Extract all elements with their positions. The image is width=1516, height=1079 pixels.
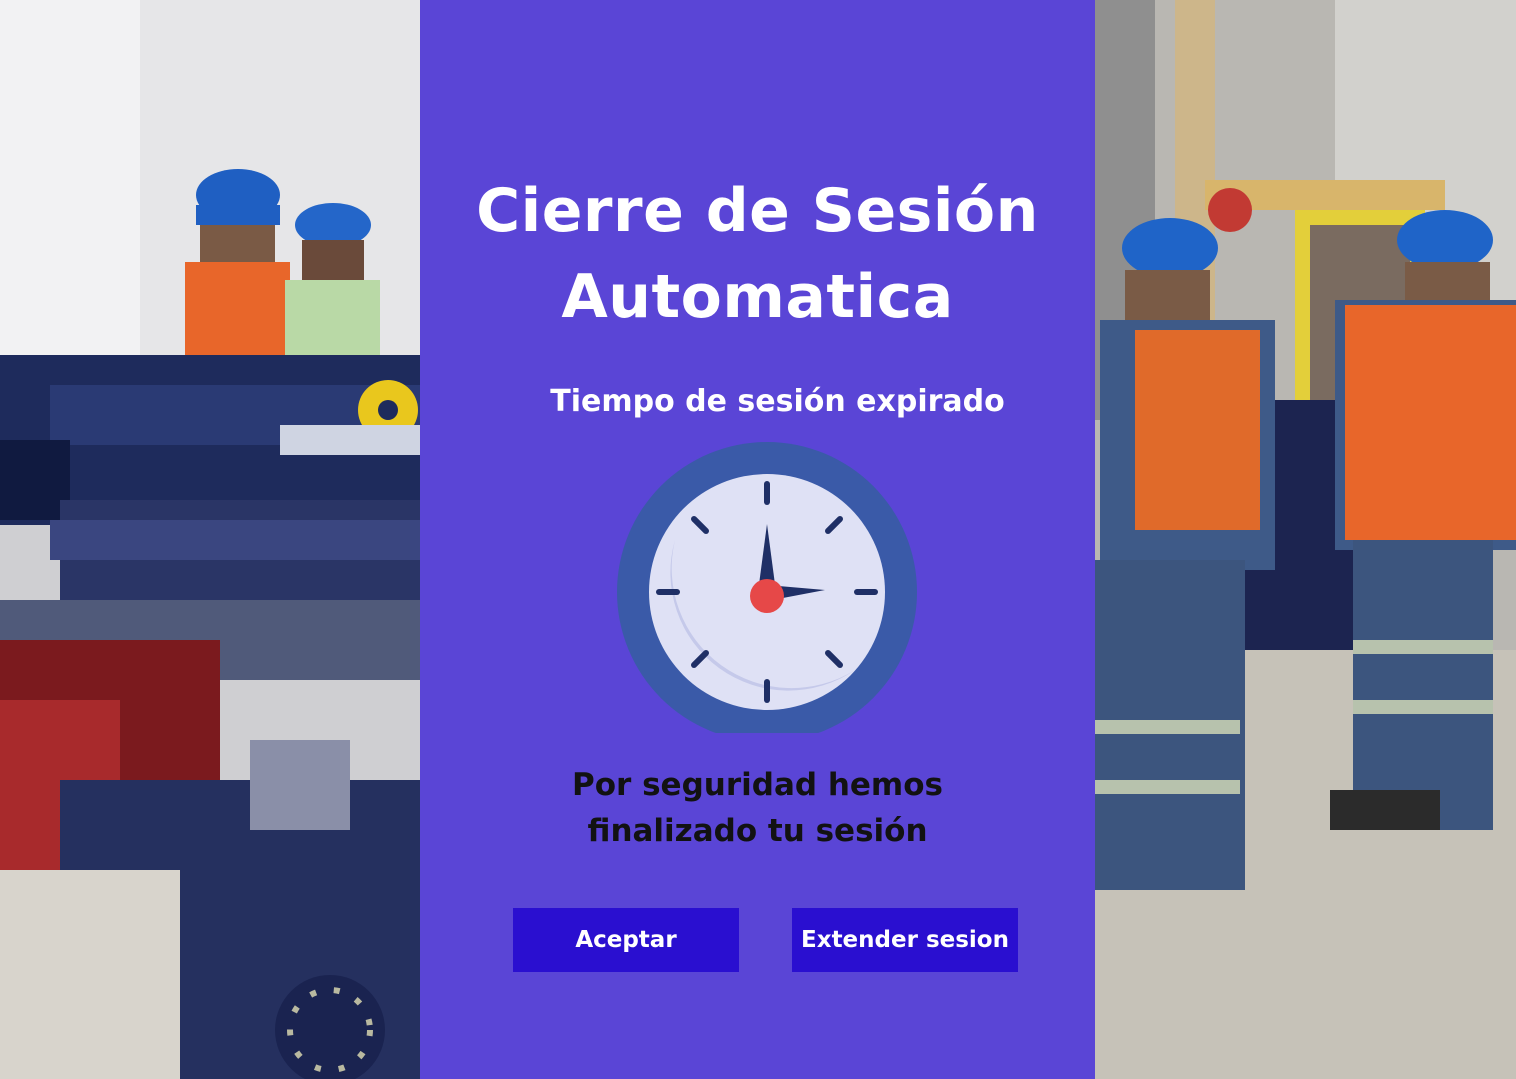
clock-icon	[615, 440, 920, 735]
session-timeout-dialog: Cierre de Sesión Automatica Tiempo de se…	[420, 0, 1095, 1079]
dialog-title: Cierre de Sesión Automatica	[476, 176, 1039, 332]
background-photo-right	[1095, 0, 1516, 1079]
background-photo-left	[0, 0, 420, 1079]
extend-session-button[interactable]: Extender sesion	[792, 908, 1018, 972]
dialog-message: Por seguridad hemos finalizado tu sesión	[572, 767, 943, 849]
dialog-subtitle: Tiempo de sesión expirado	[550, 384, 1005, 419]
accept-button[interactable]: Aceptar	[513, 908, 739, 972]
